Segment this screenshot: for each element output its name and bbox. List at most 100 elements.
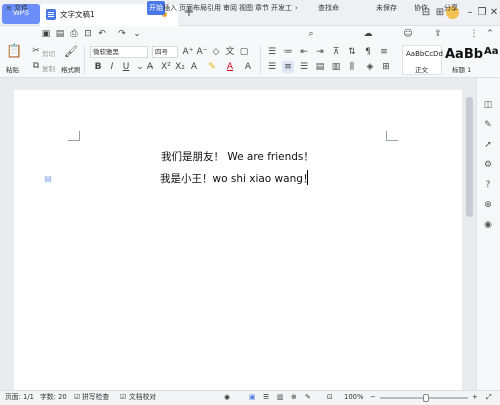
increase-indent-icon[interactable]: ⇥ bbox=[314, 46, 326, 58]
font-size-select[interactable]: 四号 bbox=[152, 46, 178, 58]
style-heading2-preview[interactable]: Aa bbox=[484, 46, 499, 57]
italic-button[interactable]: I bbox=[106, 61, 118, 73]
paste-icon[interactable]: 📋 bbox=[6, 45, 22, 62]
save-icon[interactable]: ▣ bbox=[40, 28, 52, 40]
document-line-1[interactable]: 我们是朋友！ We are friends！ bbox=[161, 149, 314, 164]
search-command[interactable]: 查找命 bbox=[318, 1, 339, 15]
highlight-icon[interactable]: ✎ bbox=[206, 61, 218, 73]
paragraph-handle-icon[interactable]: ▤ bbox=[42, 173, 54, 185]
style-heading1-preview: AaBb bbox=[445, 47, 484, 62]
customize-toolbar-icon[interactable]: ⌄ bbox=[131, 28, 143, 40]
font-color-icon[interactable]: A bbox=[224, 61, 236, 73]
undo-icon[interactable]: ↶ bbox=[96, 28, 108, 40]
close-button[interactable]: ✕ bbox=[486, 5, 500, 21]
tab-page-layout[interactable]: 页面布局 bbox=[179, 1, 207, 15]
print-icon[interactable]: ⎙ bbox=[68, 28, 80, 40]
increase-font-icon[interactable]: A⁺ bbox=[182, 46, 194, 58]
share-button[interactable]: 分享 bbox=[444, 1, 458, 15]
tab-view[interactable]: 视图 bbox=[239, 1, 253, 15]
pinyin-icon[interactable]: 文 bbox=[224, 46, 236, 58]
select-icon[interactable]: ➚ bbox=[481, 138, 495, 152]
document-line-2[interactable]: 我是小王！wo shi xiao wang！ bbox=[160, 171, 313, 186]
fit-page-icon[interactable]: ⊡ bbox=[327, 392, 333, 403]
zoom-slider-knob[interactable] bbox=[423, 394, 429, 402]
outline-view-icon[interactable]: ☰ bbox=[263, 392, 269, 403]
write-mode-icon[interactable]: ✎ bbox=[305, 392, 311, 403]
align-right-icon[interactable]: ☰ bbox=[298, 61, 310, 73]
unsaved-status[interactable]: 未保存 bbox=[376, 1, 397, 15]
superscript-icon[interactable]: X² bbox=[160, 61, 172, 73]
shading-icon[interactable]: ◈ bbox=[364, 61, 376, 73]
borders-icon[interactable]: ⊞ bbox=[380, 61, 392, 73]
font-family-select[interactable]: 微软雅黑 bbox=[90, 46, 148, 58]
numbering-icon[interactable]: ≔ bbox=[282, 46, 294, 58]
fullscreen-icon[interactable]: ⤢ bbox=[486, 392, 491, 403]
more-icon[interactable]: ⋮ bbox=[468, 28, 480, 40]
decrease-font-icon[interactable]: A⁻ bbox=[196, 46, 208, 58]
cut-button[interactable]: 剪切 bbox=[42, 48, 55, 58]
distribute-icon[interactable]: ▥ bbox=[330, 61, 342, 73]
tab-insert[interactable]: 插入 bbox=[163, 1, 177, 15]
chinese-layout-icon[interactable]: ⊼ bbox=[330, 46, 342, 58]
cut-icon: ✂ bbox=[32, 46, 40, 56]
style-heading1-label: 标题 1 bbox=[452, 66, 472, 74]
page-count[interactable]: 页面: 1/1 bbox=[5, 392, 34, 403]
copy-icon: ⧉ bbox=[32, 61, 40, 71]
redo-icon[interactable]: ↷ bbox=[116, 28, 128, 40]
document-tab-label: 文字文稿1 bbox=[60, 10, 95, 19]
vertical-scrollbar[interactable] bbox=[466, 97, 473, 217]
more-tabs-button[interactable]: › bbox=[295, 1, 298, 15]
print-preview-icon[interactable]: ⊡ bbox=[82, 28, 94, 40]
pen-icon[interactable]: ✎ bbox=[481, 118, 495, 132]
page-view-icon[interactable]: ▣ bbox=[249, 392, 255, 403]
sort-icon[interactable]: ⇅ bbox=[346, 46, 358, 58]
align-center-icon[interactable]: ≡ bbox=[282, 61, 294, 73]
zoom-out-button[interactable]: − bbox=[370, 392, 376, 403]
settings-icon[interactable]: ⚙ bbox=[481, 158, 495, 172]
tab-chapter[interactable]: 章节 bbox=[255, 1, 269, 15]
copy-button[interactable]: 复制 bbox=[42, 63, 55, 73]
column-icon[interactable]: ⫼ bbox=[346, 61, 358, 73]
document-icon bbox=[46, 9, 56, 20]
location-icon[interactable]: ◉ bbox=[481, 218, 495, 232]
style-pane-icon[interactable]: ◫ bbox=[481, 98, 495, 112]
clear-format-icon[interactable]: ◇ bbox=[210, 46, 222, 58]
tab-review[interactable]: 审阅 bbox=[223, 1, 237, 15]
file-menu[interactable]: ≡ 文件 bbox=[6, 1, 28, 15]
char-border-icon[interactable]: ▢ bbox=[238, 46, 250, 58]
text-effect-icon[interactable]: A bbox=[188, 61, 200, 73]
format-painter-button[interactable]: 格式刷 bbox=[61, 64, 81, 74]
decrease-indent-icon[interactable]: ⇤ bbox=[298, 46, 310, 58]
style-normal-label: 正文 bbox=[415, 66, 428, 74]
help-icon[interactable]: ? bbox=[481, 178, 495, 192]
style-heading1[interactable]: AaBb 标题 1 bbox=[443, 45, 483, 75]
word-count[interactable]: 字数: 20 bbox=[40, 392, 67, 403]
translate-icon[interactable]: ⊗ bbox=[481, 198, 495, 212]
justify-icon[interactable]: ▤ bbox=[314, 61, 326, 73]
zoom-level[interactable]: 100% bbox=[344, 392, 363, 403]
char-shading-icon[interactable]: A bbox=[242, 61, 254, 73]
subscript-icon[interactable]: X₂ bbox=[174, 61, 186, 73]
underline-button[interactable]: U bbox=[120, 61, 132, 73]
show-marks-icon[interactable]: ¶ bbox=[362, 46, 374, 58]
eye-protection-icon[interactable]: ◉ bbox=[224, 392, 230, 403]
collaborate-button[interactable]: 协作 bbox=[414, 1, 428, 15]
strikethrough-icon[interactable]: A̶ bbox=[144, 61, 156, 73]
bold-button[interactable]: B bbox=[92, 61, 104, 73]
align-left-icon[interactable]: ☰ bbox=[266, 61, 278, 73]
paste-button[interactable]: 粘贴 bbox=[6, 64, 19, 74]
collapse-ribbon-icon[interactable]: ⌃ bbox=[484, 28, 496, 40]
cloud-icon: ☁ bbox=[363, 29, 373, 39]
export-pdf-icon[interactable]: ▤ bbox=[54, 28, 66, 40]
bullets-icon[interactable]: ☰ bbox=[266, 46, 278, 58]
tab-developer[interactable]: 开发工 bbox=[271, 1, 292, 15]
web-view-icon[interactable]: ⊕ bbox=[291, 392, 297, 403]
line-spacing-icon[interactable]: ≡ bbox=[378, 46, 390, 58]
tab-references[interactable]: 引用 bbox=[207, 1, 221, 15]
spellcheck-icon: ☑ bbox=[74, 393, 81, 401]
zoom-in-button[interactable]: + bbox=[472, 392, 478, 403]
reading-view-icon[interactable]: ▥ bbox=[277, 392, 283, 403]
style-normal[interactable]: AaBbCcDd 正文 bbox=[402, 45, 443, 75]
spellcheck-button[interactable]: 拼写检查 bbox=[82, 392, 109, 403]
proofread-button[interactable]: 文档校对 bbox=[129, 392, 156, 403]
